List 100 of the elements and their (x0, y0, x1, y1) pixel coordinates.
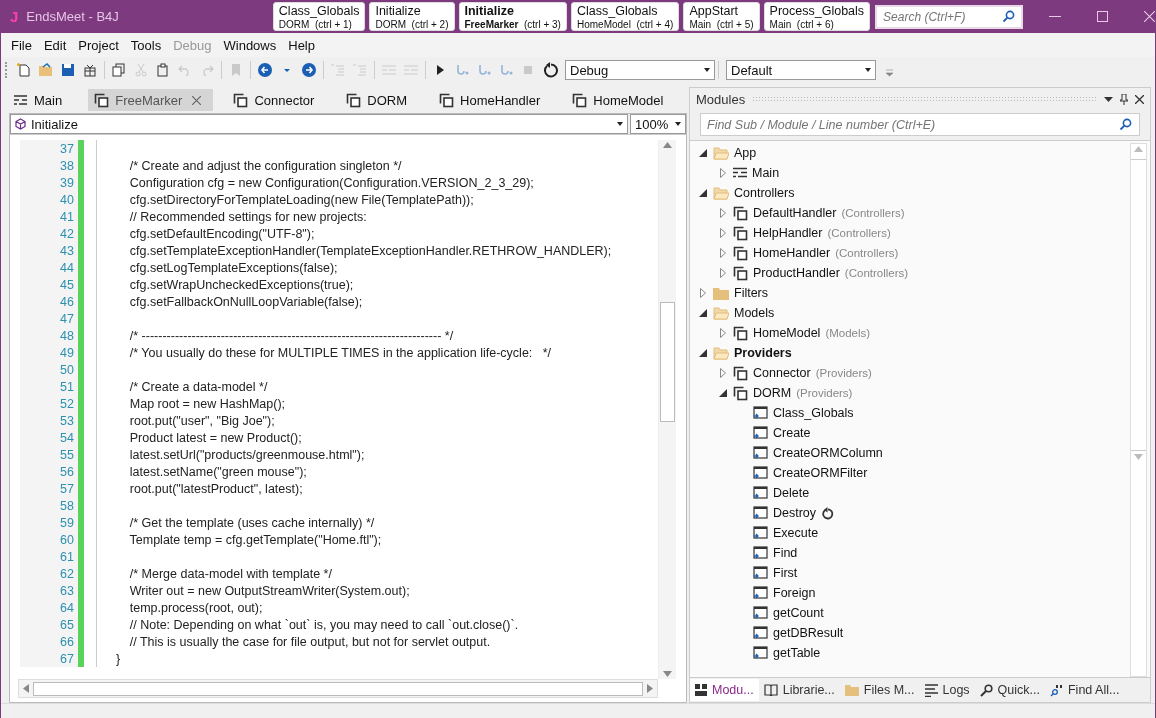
tree-item[interactable]: DORM (753, 386, 792, 400)
tree-item[interactable]: Delete (773, 486, 810, 500)
code-line: latest.setUrl("products/greenmouse.html"); (128, 447, 365, 462)
zoom-dropdown[interactable]: 100% (630, 114, 686, 134)
expanded-arrow-icon[interactable] (699, 349, 707, 357)
tree-item[interactable]: DefaultHandler (753, 206, 837, 220)
tree-item[interactable]: Foreign (773, 586, 816, 600)
tree-item[interactable]: getDBResult (773, 626, 844, 640)
menu-item[interactable]: Help (282, 37, 321, 53)
dropdown-caret-icon[interactable] (1104, 96, 1113, 102)
search-icon (1002, 10, 1015, 23)
tree-item[interactable]: CreateORMColumn (773, 446, 883, 460)
panel-tab[interactable]: Quick... (974, 679, 1045, 701)
panel-tab[interactable]: Logs (919, 679, 975, 701)
menu-item[interactable]: File (5, 37, 38, 53)
document-tab[interactable]: Main (7, 89, 75, 111)
scroll-down-arrow-icon[interactable] (663, 671, 672, 677)
vertical-scrollbar[interactable] (1131, 159, 1146, 451)
tree-item[interactable]: getTable (773, 646, 821, 660)
horizontal-scrollbar[interactable] (33, 681, 643, 696)
scroll-right-arrow-icon[interactable] (647, 684, 653, 693)
line-number: 58 (60, 498, 74, 513)
copy-icon[interactable] (111, 62, 127, 78)
tree-item[interactable]: Models (734, 306, 775, 320)
expanded-arrow-icon[interactable] (699, 149, 707, 157)
recent-sub-tab[interactable]: Initialize DORM (ctrl + 2) (369, 2, 455, 31)
scroll-down-arrow-icon[interactable] (1134, 454, 1143, 460)
tree-item[interactable]: HomeHandler (753, 246, 831, 260)
minimize-icon[interactable] (1049, 15, 1061, 18)
tree-item[interactable]: App (734, 146, 757, 160)
panel-tab[interactable]: Files M... (839, 679, 920, 701)
recent-sub-tab[interactable]: Class_Globals HomeModel (ctrl + 4) (570, 2, 680, 31)
open-folder-icon[interactable] (38, 62, 54, 78)
recent-sub-tab[interactable]: AppStart Main (ctrl + 5) (683, 2, 760, 31)
tree-item[interactable]: HomeModel (753, 326, 821, 340)
scroll-up-arrow-icon[interactable] (663, 142, 672, 148)
open-folder-icon (713, 186, 729, 200)
tree-item[interactable]: Destroy (773, 506, 817, 520)
tree-item[interactable]: First (773, 566, 798, 580)
sub-dropdown[interactable]: Initialize (10, 114, 628, 134)
save-icon[interactable] (60, 62, 76, 78)
expanded-arrow-icon[interactable] (699, 309, 707, 317)
collapsed-arrow-icon[interactable] (720, 268, 726, 278)
tree-item[interactable]: Main (752, 166, 780, 180)
line-number: 50 (60, 362, 74, 377)
recent-sub-tab[interactable]: Class_Globals DORM (ctrl + 1) (272, 2, 366, 31)
new-file-icon[interactable] (16, 62, 32, 78)
theme-dropdown[interactable]: Default (726, 60, 876, 80)
tree-item[interactable]: Execute (773, 526, 819, 540)
collapsed-arrow-icon[interactable] (720, 228, 726, 238)
search-field[interactable]: Search (Ctrl+F) (875, 4, 1023, 29)
close-icon[interactable] (1135, 94, 1144, 104)
collapsed-arrow-icon[interactable] (720, 208, 726, 218)
menu-item[interactable]: Edit (37, 37, 73, 53)
tree-item[interactable]: Controllers (734, 186, 795, 200)
document-tab[interactable]: Connector (227, 89, 327, 111)
expanded-arrow-icon[interactable] (719, 389, 727, 397)
tree-item[interactable]: Create (773, 426, 811, 440)
code-line: temp.process(root, out); (128, 600, 263, 615)
panel-tab[interactable]: Find All... (1045, 679, 1125, 701)
document-tab[interactable]: FreeMarker (88, 89, 214, 111)
recent-sub-tab[interactable]: Initialize FreeMarker (ctrl + 3) (458, 2, 567, 31)
collapsed-arrow-icon[interactable] (720, 368, 726, 378)
scroll-left-arrow-icon[interactable] (23, 684, 29, 693)
tree-item[interactable]: HelpHandler (753, 226, 823, 240)
menu-item[interactable]: Project (72, 37, 125, 53)
maximize-icon[interactable] (1097, 11, 1108, 22)
expanded-arrow-icon[interactable] (699, 189, 707, 197)
pin-icon[interactable] (1120, 93, 1128, 105)
panel-tab[interactable]: Librarie... (758, 679, 840, 701)
build-config-dropdown[interactable]: Debug (565, 60, 715, 80)
paste-icon[interactable] (155, 62, 171, 78)
document-tab[interactable]: HomeHandler (433, 89, 553, 111)
menu-item[interactable]: Tools (124, 37, 168, 53)
document-tab[interactable]: DORM (340, 89, 420, 111)
code-line: /* Get the template (uses cache internally) */ (128, 515, 375, 530)
document-tab[interactable]: HomeModel (566, 89, 676, 111)
restart-icon[interactable] (542, 62, 558, 78)
overflow-icon[interactable] (886, 69, 893, 77)
sub-icon (753, 486, 768, 500)
collapsed-arrow-icon[interactable] (700, 288, 706, 298)
collapsed-arrow-icon[interactable] (720, 248, 726, 258)
find-sub-field[interactable]: Find Sub / Module / Line number (Ctrl+E) (700, 113, 1140, 136)
package-icon[interactable] (82, 62, 98, 78)
tree-item[interactable]: Providers (734, 346, 792, 360)
scroll-up-arrow-icon[interactable] (1134, 146, 1143, 152)
module-group-label: (Controllers) (827, 227, 891, 239)
tree-item[interactable]: Connector (753, 366, 811, 380)
tree-item[interactable]: Filters (734, 286, 769, 300)
collapsed-arrow-icon[interactable] (720, 168, 726, 178)
collapsed-arrow-icon[interactable] (720, 328, 726, 338)
menu-item[interactable]: Windows (217, 37, 283, 53)
tree-item[interactable]: Class_Globals (773, 406, 854, 420)
tree-item[interactable]: CreateORMFilter (773, 466, 868, 480)
tree-item[interactable]: getCount (773, 606, 824, 620)
line-number: 42 (60, 226, 74, 241)
recent-sub-tab[interactable]: Process_Globals Main (ctrl + 6) (763, 2, 871, 31)
panel-tab[interactable]: Modu... (690, 679, 759, 701)
tree-item[interactable]: ProductHandler (753, 266, 840, 280)
tree-item[interactable]: Find (773, 546, 798, 560)
